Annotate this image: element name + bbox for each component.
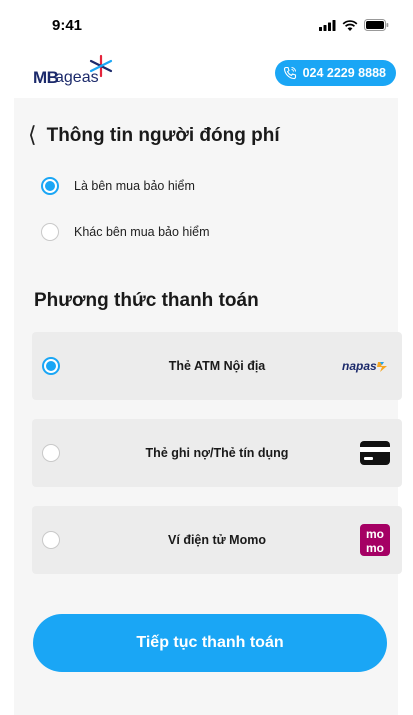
payer-option-other[interactable]: Khác bên mua bảo hiểm xyxy=(41,223,210,241)
app-header: MB ageas 024 2229 8888 xyxy=(0,46,413,98)
mb-ageas-logo[interactable]: MB ageas xyxy=(33,54,123,90)
payment-method-momo[interactable]: Ví điện tử Momo mo mo xyxy=(32,506,402,574)
payer-option-self[interactable]: Là bên mua bảo hiểm xyxy=(41,177,195,195)
svg-text:mo: mo xyxy=(366,541,384,555)
back-chevron-icon[interactable]: ⟨ xyxy=(28,123,37,146)
payer-option-label: Là bên mua bảo hiểm xyxy=(74,179,195,193)
radio-selected-icon[interactable] xyxy=(41,177,59,195)
continue-payment-button[interactable]: Tiếp tục thanh toán xyxy=(33,614,387,672)
payment-method-card[interactable]: Thẻ ghi nợ/Thẻ tín dụng xyxy=(32,419,402,487)
momo-logo: mo mo xyxy=(360,524,390,556)
status-bar: 9:41 xyxy=(0,0,413,46)
wifi-icon xyxy=(342,19,358,31)
payment-method-atm[interactable]: Thẻ ATM Nội địa napas xyxy=(32,332,402,400)
svg-text:napas: napas xyxy=(342,359,377,373)
content-panel: ⟨ Thông tin người đóng phí Là bên mua bả… xyxy=(14,98,402,715)
status-time: 9:41 xyxy=(52,17,83,34)
napas-logo: napas xyxy=(342,359,387,373)
radio-unselected-icon[interactable] xyxy=(41,223,59,241)
hotline-button[interactable]: 024 2229 8888 xyxy=(274,60,396,86)
credit-card-icon xyxy=(360,441,390,465)
svg-text:mo: mo xyxy=(366,527,384,541)
payer-option-label: Khác bên mua bảo hiểm xyxy=(74,225,210,239)
title-row: ⟨ Thông tin người đóng phí xyxy=(28,123,280,147)
payment-method-label: Thẻ ghi nợ/Thẻ tín dụng xyxy=(145,446,289,460)
battery-icon xyxy=(364,19,389,31)
payment-method-label: Ví điện tử Momo xyxy=(168,533,266,547)
payment-section-title: Phương thức thanh toán xyxy=(34,290,259,311)
status-icons xyxy=(319,19,389,31)
hotline-number: 024 2229 8888 xyxy=(302,66,386,80)
signal-icon xyxy=(319,19,336,31)
page-title: Thông tin người đóng phí xyxy=(46,125,280,146)
phone-icon xyxy=(283,66,296,80)
logo-star-icon xyxy=(89,54,113,78)
